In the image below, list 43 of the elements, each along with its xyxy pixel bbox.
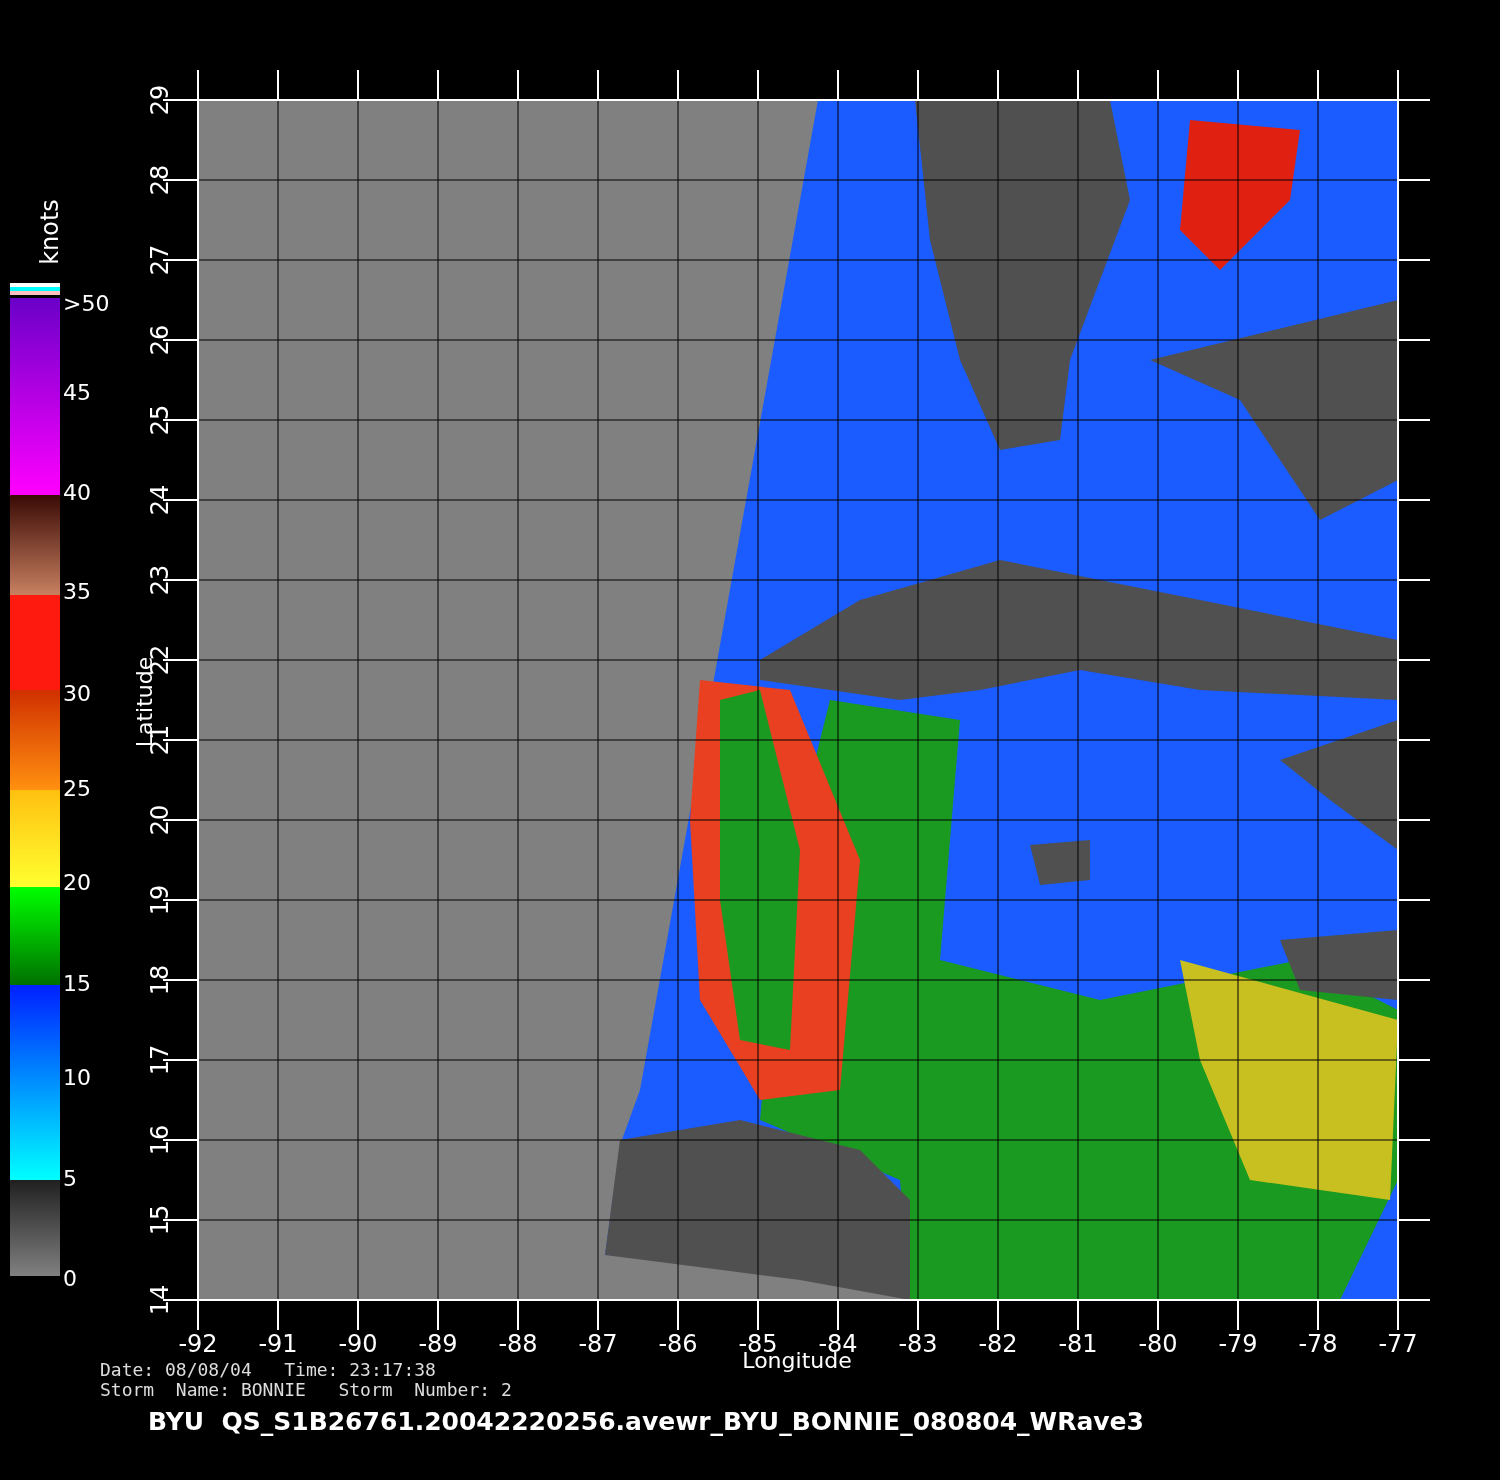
scale-label: 30 xyxy=(63,681,91,706)
longitude-tick-label: -90 xyxy=(338,1330,378,1358)
scale-label: 5 xyxy=(63,1166,77,1191)
latitude-tick-label: 28 xyxy=(146,164,174,196)
storm-info-text: Storm Name: BONNIE Storm Number: 2 xyxy=(100,1379,512,1400)
latitude-tick-label: 18 xyxy=(146,964,174,996)
latitude-tick-label: 14 xyxy=(146,1284,174,1316)
latitude-tick-label: 29 xyxy=(146,84,174,116)
scale-unit-label: knots xyxy=(36,199,64,265)
longitude-tick-label: -86 xyxy=(658,1330,698,1358)
latitude-tick-label: 26 xyxy=(146,324,174,356)
latitude-tick-label: 17 xyxy=(146,1044,174,1076)
longitude-tick-label: -83 xyxy=(898,1330,938,1358)
longitude-tick-label: -89 xyxy=(418,1330,458,1358)
plot-title: BYU QS_S1B26761.20042220256.avewr_BYU_BONNIE_080804_WRave3 xyxy=(148,1407,1144,1436)
longitude-tick-label: -88 xyxy=(498,1330,538,1358)
longitude-tick-label: -87 xyxy=(578,1330,618,1358)
longitude-tick-label: -91 xyxy=(258,1330,298,1358)
longitude-tick-label: -80 xyxy=(1138,1330,1178,1358)
latitude-tick-label: 16 xyxy=(146,1124,174,1156)
longitude-tick-label: -79 xyxy=(1218,1330,1258,1358)
latitude-tick-label: 19 xyxy=(146,884,174,916)
longitude-tick-label: -81 xyxy=(1058,1330,1098,1358)
scale-label: >50 xyxy=(63,291,110,316)
scale-label: 10 xyxy=(63,1065,91,1090)
scale-label: 20 xyxy=(63,870,91,895)
latitude-tick-label: 15 xyxy=(146,1204,174,1236)
longitude-tick-label: -82 xyxy=(978,1330,1018,1358)
latitude-tick-label: 24 xyxy=(146,484,174,516)
scale-label: 45 xyxy=(63,380,91,405)
scale-label: 35 xyxy=(63,579,91,604)
longitude-tick-label: -77 xyxy=(1378,1330,1418,1358)
latitude-tick-label: 27 xyxy=(146,244,174,276)
latitude-tick-label: 23 xyxy=(146,564,174,596)
scale-label: 25 xyxy=(63,776,91,801)
latitude-tick-label: 25 xyxy=(146,404,174,436)
storm-info-text: Date: 08/08/04 Time: 23:17:38 xyxy=(100,1359,436,1380)
scale-label: 15 xyxy=(63,971,91,996)
scale-label: 0 xyxy=(63,1266,77,1291)
longitude-tick-label: -92 xyxy=(178,1330,218,1358)
latitude-tick-label: 20 xyxy=(146,804,174,836)
longitude-tick-label: -78 xyxy=(1298,1330,1338,1358)
scale-label: 40 xyxy=(63,480,91,505)
